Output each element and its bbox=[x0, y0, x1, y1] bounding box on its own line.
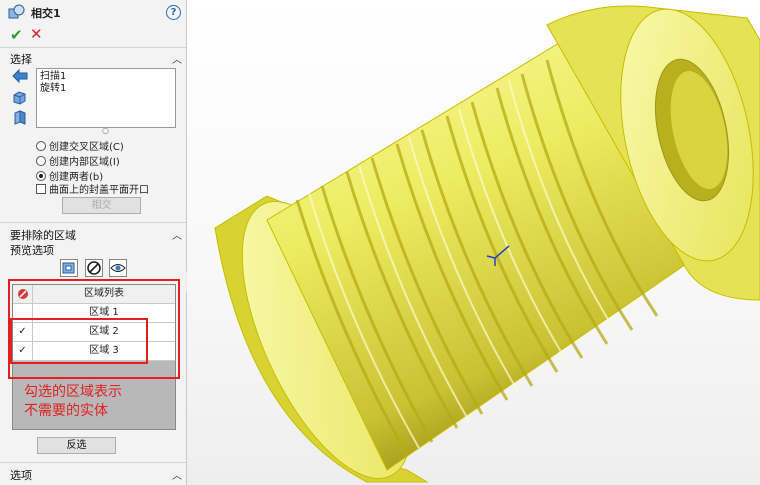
selection-section-header[interactable]: 选择 bbox=[10, 51, 32, 67]
radio-create-intersect[interactable]: 创建交叉区域(C) bbox=[36, 138, 124, 153]
intersect-button[interactable]: 相交 bbox=[62, 197, 141, 214]
collapse-options-icon[interactable]: ︿ bbox=[172, 467, 182, 482]
eye-icon bbox=[110, 264, 126, 272]
list-item[interactable]: 扫描1 bbox=[37, 71, 175, 83]
divider bbox=[0, 222, 186, 223]
highlight-box-checked-rows bbox=[10, 318, 148, 364]
feature-title: 相交1 bbox=[31, 7, 61, 20]
radio-button[interactable] bbox=[36, 140, 46, 151]
exclude-section-header[interactable]: 要排除的区域 bbox=[10, 227, 76, 243]
checkbox-label: 曲面上的封盖平面开口 bbox=[49, 185, 149, 196]
select-arrow-icon bbox=[12, 69, 28, 83]
invert-selection-button[interactable]: 反选 bbox=[37, 437, 116, 454]
ok-button[interactable]: ✔ bbox=[10, 26, 23, 44]
help-icon[interactable]: ? bbox=[166, 5, 181, 20]
checkbox[interactable] bbox=[36, 183, 46, 194]
collapse-selection-icon[interactable]: ︿ bbox=[172, 51, 182, 66]
cap-planar-openings-checkbox[interactable]: 曲面上的封盖平面开口 bbox=[36, 181, 149, 196]
annotation-line: 不需要的实体 bbox=[24, 403, 108, 419]
divider bbox=[0, 47, 186, 48]
preview-included-button[interactable] bbox=[60, 259, 78, 277]
list-item[interactable]: 旋转1 bbox=[37, 83, 175, 95]
preview-options-label: 预览选项 bbox=[10, 244, 54, 257]
radio-button-selected[interactable] bbox=[36, 170, 46, 181]
divider bbox=[0, 462, 186, 463]
radio-label: 创建交叉区域(C) bbox=[49, 142, 124, 153]
radio-button[interactable] bbox=[36, 155, 46, 166]
annotation-line: 勾选的区域表示 bbox=[24, 384, 122, 400]
collapse-exclude-icon[interactable]: ︿ bbox=[172, 227, 182, 242]
3d-model-bellows[interactable] bbox=[187, 0, 760, 485]
preview-excluded-icon bbox=[87, 261, 101, 275]
preview-eye-button[interactable] bbox=[109, 259, 127, 277]
preview-included-icon bbox=[62, 262, 75, 274]
property-manager-panel: 相交1 ? ✔ ✕ 选择 ︿ 扫描1 旋转1 ○ 创建交叉区域(C) 创建内部区… bbox=[0, 0, 187, 485]
preview-excluded-button[interactable] bbox=[85, 259, 103, 277]
selection-listbox[interactable]: 扫描1 旋转1 bbox=[36, 68, 176, 128]
radio-label: 创建内部区域(I) bbox=[49, 157, 120, 168]
feature-title-row: 相交1 ? bbox=[0, 0, 186, 26]
options-section-header[interactable]: 选项 bbox=[10, 467, 32, 483]
radio-create-internal[interactable]: 创建内部区域(I) bbox=[36, 153, 120, 168]
listbox-resize-handle[interactable]: ○ bbox=[102, 126, 109, 135]
cancel-button[interactable]: ✕ bbox=[30, 25, 43, 43]
annotation-text: 勾选的区域表示 不需要的实体 bbox=[24, 383, 122, 421]
intersect-feature-icon bbox=[8, 4, 25, 19]
body-icon bbox=[13, 91, 26, 105]
graphics-viewport[interactable] bbox=[187, 0, 760, 485]
plane-icon bbox=[14, 110, 26, 125]
